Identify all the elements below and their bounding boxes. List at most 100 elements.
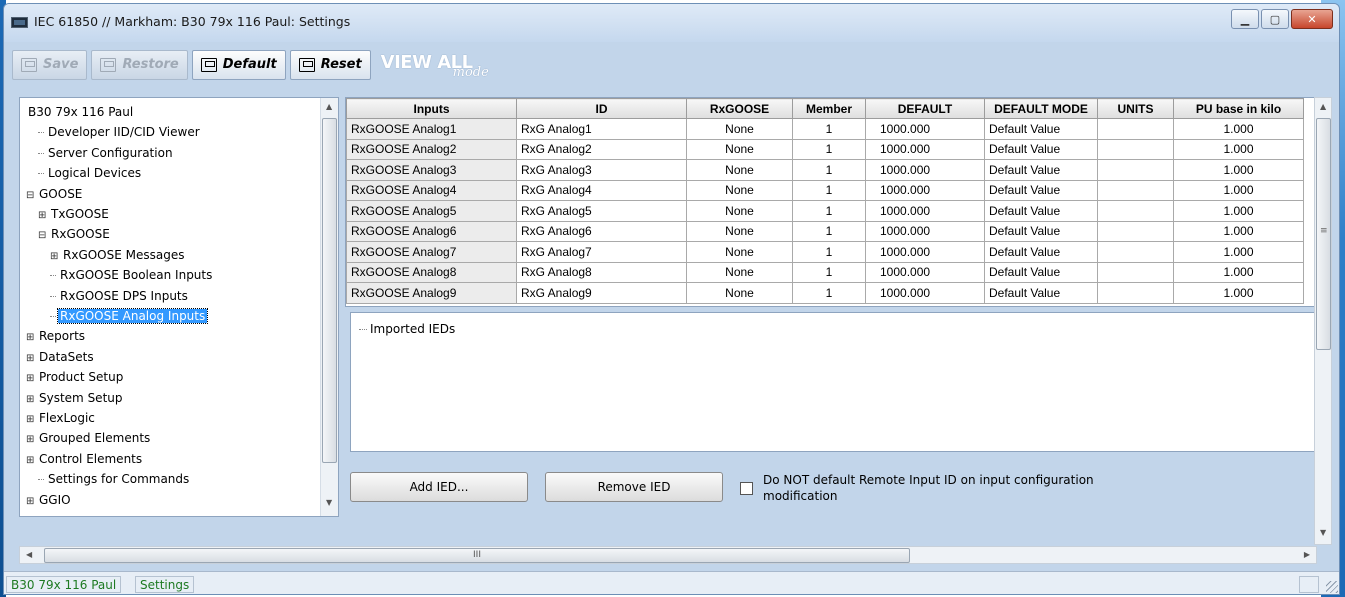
expand-icon[interactable]: ⊞ [26, 349, 35, 369]
table-row[interactable]: RxGOOSE Analog2 RxG Analog2 None 1 1000.000 D… [346, 138, 1304, 160]
restore-button[interactable]: Restore [91, 49, 188, 80]
tree-item[interactable]: RxGOOSE Analog Inputs [50, 306, 209, 326]
table-cell[interactable]: RxG Analog7 [516, 241, 687, 263]
expand-icon[interactable]: ⊞ [26, 430, 35, 450]
column-header[interactable]: ID [516, 98, 687, 119]
table-cell[interactable]: RxGOOSE Analog3 [346, 159, 517, 181]
table-cell[interactable]: RxGOOSE Analog9 [346, 282, 517, 304]
save-button[interactable]: Save [12, 49, 88, 80]
table-row[interactable]: RxGOOSE Analog9 RxG Analog9 None 1 1000.000 D… [346, 282, 1304, 304]
tree-item[interactable]: ⊞ Control Elements [26, 449, 144, 469]
table-row[interactable]: RxGOOSE Analog3 RxG Analog3 None 1 1000.000 D… [346, 159, 1304, 181]
imported-ieds-label[interactable]: Imported IEDs [359, 322, 455, 336]
table-cell[interactable]: 1000.000 [865, 220, 985, 242]
table-cell[interactable]: Default Value [984, 220, 1098, 242]
table-cell[interactable]: Default Value [984, 241, 1098, 263]
minimize-button[interactable]: ▁ [1231, 9, 1259, 29]
expand-icon[interactable]: ⊞ [26, 451, 35, 471]
analog-inputs-grid[interactable]: Inputs ID RxGOOSE Member DEFAULT DEFAULT MODE… [345, 97, 1315, 307]
table-cell[interactable]: 1.000 [1173, 261, 1304, 283]
table-cell[interactable]: RxGOOSE Analog2 [346, 138, 517, 160]
horizontal-scroll-thumb[interactable]: III [44, 548, 910, 563]
collapse-icon[interactable]: ⊟ [26, 186, 35, 206]
resize-grip-icon[interactable] [1326, 581, 1338, 593]
navigation-tree[interactable]: ▲ ▼ B30 79x 116 Paul Developer IID/CID Vi… [19, 97, 339, 517]
expand-icon[interactable]: ⊞ [26, 369, 35, 389]
table-cell[interactable]: Default Value [984, 179, 1098, 201]
table-cell[interactable]: 1 [792, 261, 866, 283]
reset-button[interactable]: Reset [289, 49, 371, 80]
column-header[interactable]: RxGOOSE [686, 98, 793, 119]
imported-ieds-panel[interactable]: Imported IEDs [350, 312, 1315, 452]
expand-icon[interactable]: ⊞ [26, 410, 35, 430]
table-cell[interactable]: None [686, 200, 793, 222]
horizontal-scrollbar[interactable]: ◀ III ▶ [19, 546, 1317, 564]
main-scroll-thumb[interactable]: ≡ [1316, 118, 1331, 350]
table-cell[interactable]: 1 [792, 179, 866, 201]
table-cell[interactable] [1097, 241, 1174, 263]
table-cell[interactable]: 1 [792, 220, 866, 242]
tree-item[interactable]: ⊞ Product Setup [26, 367, 125, 387]
scroll-down-icon[interactable]: ▼ [326, 498, 332, 507]
table-cell[interactable] [1097, 179, 1174, 201]
table-cell[interactable]: 1.000 [1173, 179, 1304, 201]
table-cell[interactable]: 1.000 [1173, 138, 1304, 160]
table-cell[interactable]: 1.000 [1173, 282, 1304, 304]
table-cell[interactable] [1097, 118, 1174, 140]
tree-vertical-scrollbar[interactable]: ▲ ▼ [320, 98, 338, 516]
tree-item[interactable]: ⊟ GOOSE [26, 184, 84, 204]
main-vertical-scrollbar[interactable]: ▲ ≡ ▼ [1314, 97, 1332, 545]
table-cell[interactable]: RxGOOSE Analog7 [346, 241, 517, 263]
column-header[interactable]: Inputs [346, 98, 517, 119]
table-cell[interactable] [1097, 282, 1174, 304]
table-cell[interactable]: 1000.000 [865, 138, 985, 160]
table-cell[interactable]: 1 [792, 138, 866, 160]
table-cell[interactable]: 1000.000 [865, 159, 985, 181]
column-header[interactable]: Member [792, 98, 866, 119]
tree-item[interactable]: ⊞ RxGOOSE Messages [50, 245, 187, 265]
table-cell[interactable]: RxG Analog9 [516, 282, 687, 304]
scroll-down-icon[interactable]: ▼ [1320, 528, 1326, 537]
tree-item[interactable]: B30 79x 116 Paul [26, 102, 135, 122]
table-cell[interactable]: None [686, 241, 793, 263]
table-cell[interactable]: None [686, 179, 793, 201]
table-cell[interactable]: RxGOOSE Analog6 [346, 220, 517, 242]
column-header[interactable]: DEFAULT MODE [984, 98, 1098, 119]
table-cell[interactable] [1097, 138, 1174, 160]
expand-icon[interactable]: ⊞ [50, 247, 59, 267]
table-row[interactable]: RxGOOSE Analog5 RxG Analog5 None 1 1000.000 D… [346, 200, 1304, 222]
tree-item[interactable]: ⊞ GGIO [26, 490, 73, 510]
table-cell[interactable]: 1.000 [1173, 118, 1304, 140]
default-button[interactable]: Default [191, 49, 286, 80]
tree-item[interactable]: ⊞ TxGOOSE [38, 204, 111, 224]
table-cell[interactable] [1097, 261, 1174, 283]
table-row[interactable]: RxGOOSE Analog7 RxG Analog7 None 1 1000.000 D… [346, 241, 1304, 263]
table-cell[interactable]: Default Value [984, 282, 1098, 304]
table-cell[interactable]: 1.000 [1173, 200, 1304, 222]
table-cell[interactable]: RxG Analog8 [516, 261, 687, 283]
table-cell[interactable]: Default Value [984, 138, 1098, 160]
expand-icon[interactable]: ⊞ [38, 206, 47, 226]
table-row[interactable]: RxGOOSE Analog6 RxG Analog6 None 1 1000.000 D… [346, 220, 1304, 242]
tree-item[interactable]: ⊞ System Setup [26, 388, 125, 408]
table-cell[interactable]: RxGOOSE Analog1 [346, 118, 517, 140]
tree-item[interactable]: ⊞ FlexLogic [26, 408, 97, 428]
remove-ied-button[interactable]: Remove IED [545, 472, 723, 502]
table-cell[interactable]: RxGOOSE Analog8 [346, 261, 517, 283]
column-header[interactable]: DEFAULT [865, 98, 985, 119]
maximize-button[interactable]: ▢ [1261, 9, 1289, 29]
tree-item[interactable]: Logical Devices [38, 163, 143, 183]
table-cell[interactable]: None [686, 159, 793, 181]
scroll-right-icon[interactable]: ▶ [1304, 550, 1310, 559]
table-cell[interactable] [1097, 220, 1174, 242]
collapse-icon[interactable]: ⊟ [38, 226, 47, 246]
table-row[interactable]: RxGOOSE Analog8 RxG Analog8 None 1 1000.000 D… [346, 261, 1304, 283]
table-cell[interactable]: None [686, 261, 793, 283]
table-cell[interactable]: RxG Analog6 [516, 220, 687, 242]
table-cell[interactable]: 1.000 [1173, 241, 1304, 263]
table-cell[interactable]: 1 [792, 200, 866, 222]
column-header[interactable]: UNITS [1097, 98, 1174, 119]
tree-item[interactable]: ⊞ DataSets [26, 347, 96, 367]
tree-item[interactable]: Developer IID/CID Viewer [38, 122, 202, 142]
expand-icon[interactable]: ⊞ [26, 390, 35, 410]
